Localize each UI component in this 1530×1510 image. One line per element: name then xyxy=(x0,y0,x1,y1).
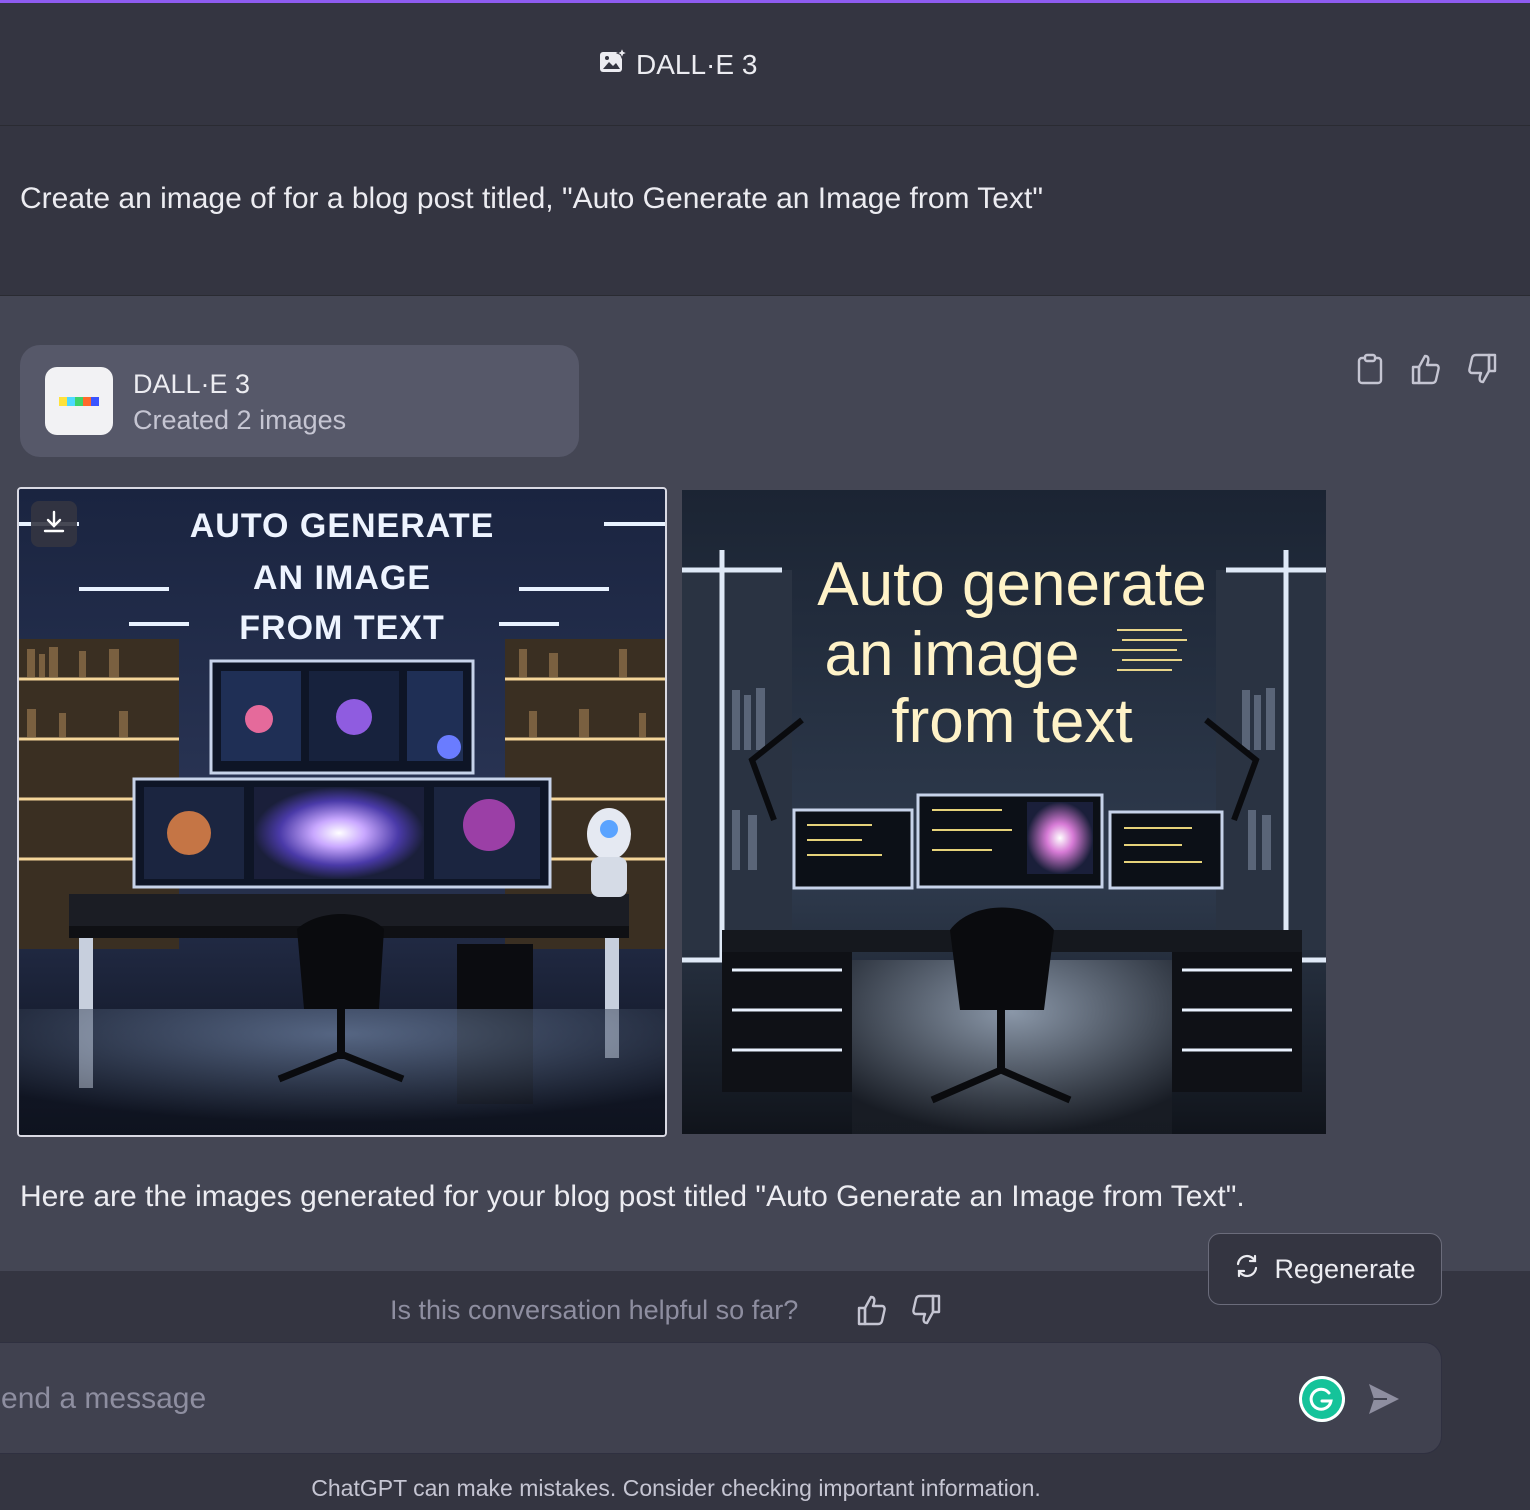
image2-line3: from text xyxy=(891,687,1132,756)
tool-status: Created 2 images xyxy=(133,405,347,435)
assistant-reply-text: Here are the images generated for your b… xyxy=(20,1180,1245,1213)
model-title[interactable]: DALL·E 3 xyxy=(598,46,758,82)
generated-image-2[interactable]: Auto generate an image from text xyxy=(682,490,1326,1134)
feedback-prompt: Is this conversation helpful so far? xyxy=(390,1294,799,1325)
feedback-thumbs-up-icon[interactable] xyxy=(854,1292,890,1328)
conversation-feedback: Is this conversation helpful so far? xyxy=(390,1292,944,1328)
grammarly-icon[interactable] xyxy=(1299,1376,1345,1422)
user-message: Create an image of for a blog post title… xyxy=(0,126,1530,296)
user-message-text: Create an image of for a blog post title… xyxy=(20,182,1043,215)
message-composer xyxy=(0,1342,1442,1454)
message-actions xyxy=(1352,351,1500,387)
image1-line3: FROM TEXT xyxy=(239,609,444,647)
regenerate-button[interactable]: Regenerate xyxy=(1208,1233,1442,1305)
image1-line1: AUTO GENERATE xyxy=(190,507,495,545)
download-icon xyxy=(41,509,67,540)
assistant-message: DALL·E 3 Created 2 images AUTO GENERATE … xyxy=(0,296,1530,1271)
image1-line2: AN IMAGE xyxy=(253,559,431,597)
thumbs-down-icon[interactable] xyxy=(1464,351,1500,387)
disclaimer-text: ChatGPT can make mistakes. Consider chec… xyxy=(311,1475,1041,1501)
generated-image-1[interactable]: AUTO GENERATE AN IMAGE FROM TEXT xyxy=(17,487,667,1137)
refresh-icon xyxy=(1234,1253,1260,1286)
image2-line2: an image xyxy=(824,620,1079,689)
thumbs-up-icon[interactable] xyxy=(1408,351,1444,387)
copy-icon[interactable] xyxy=(1352,351,1388,387)
feedback-thumbs-down-icon[interactable] xyxy=(908,1292,944,1328)
chat-header: DALL·E 3 xyxy=(0,3,1530,126)
message-input[interactable] xyxy=(0,1373,1263,1425)
download-button[interactable] xyxy=(31,501,77,547)
image-sparkle-icon xyxy=(598,46,629,82)
dalle-logo xyxy=(45,367,113,435)
regenerate-label: Regenerate xyxy=(1274,1253,1416,1284)
model-title-text: DALL·E 3 xyxy=(636,48,758,80)
tool-name: DALL·E 3 xyxy=(133,369,251,399)
dalle-tool-card[interactable]: DALL·E 3 Created 2 images xyxy=(20,345,579,457)
send-icon[interactable] xyxy=(1365,1380,1403,1418)
image2-line1: Auto generate xyxy=(817,550,1207,619)
